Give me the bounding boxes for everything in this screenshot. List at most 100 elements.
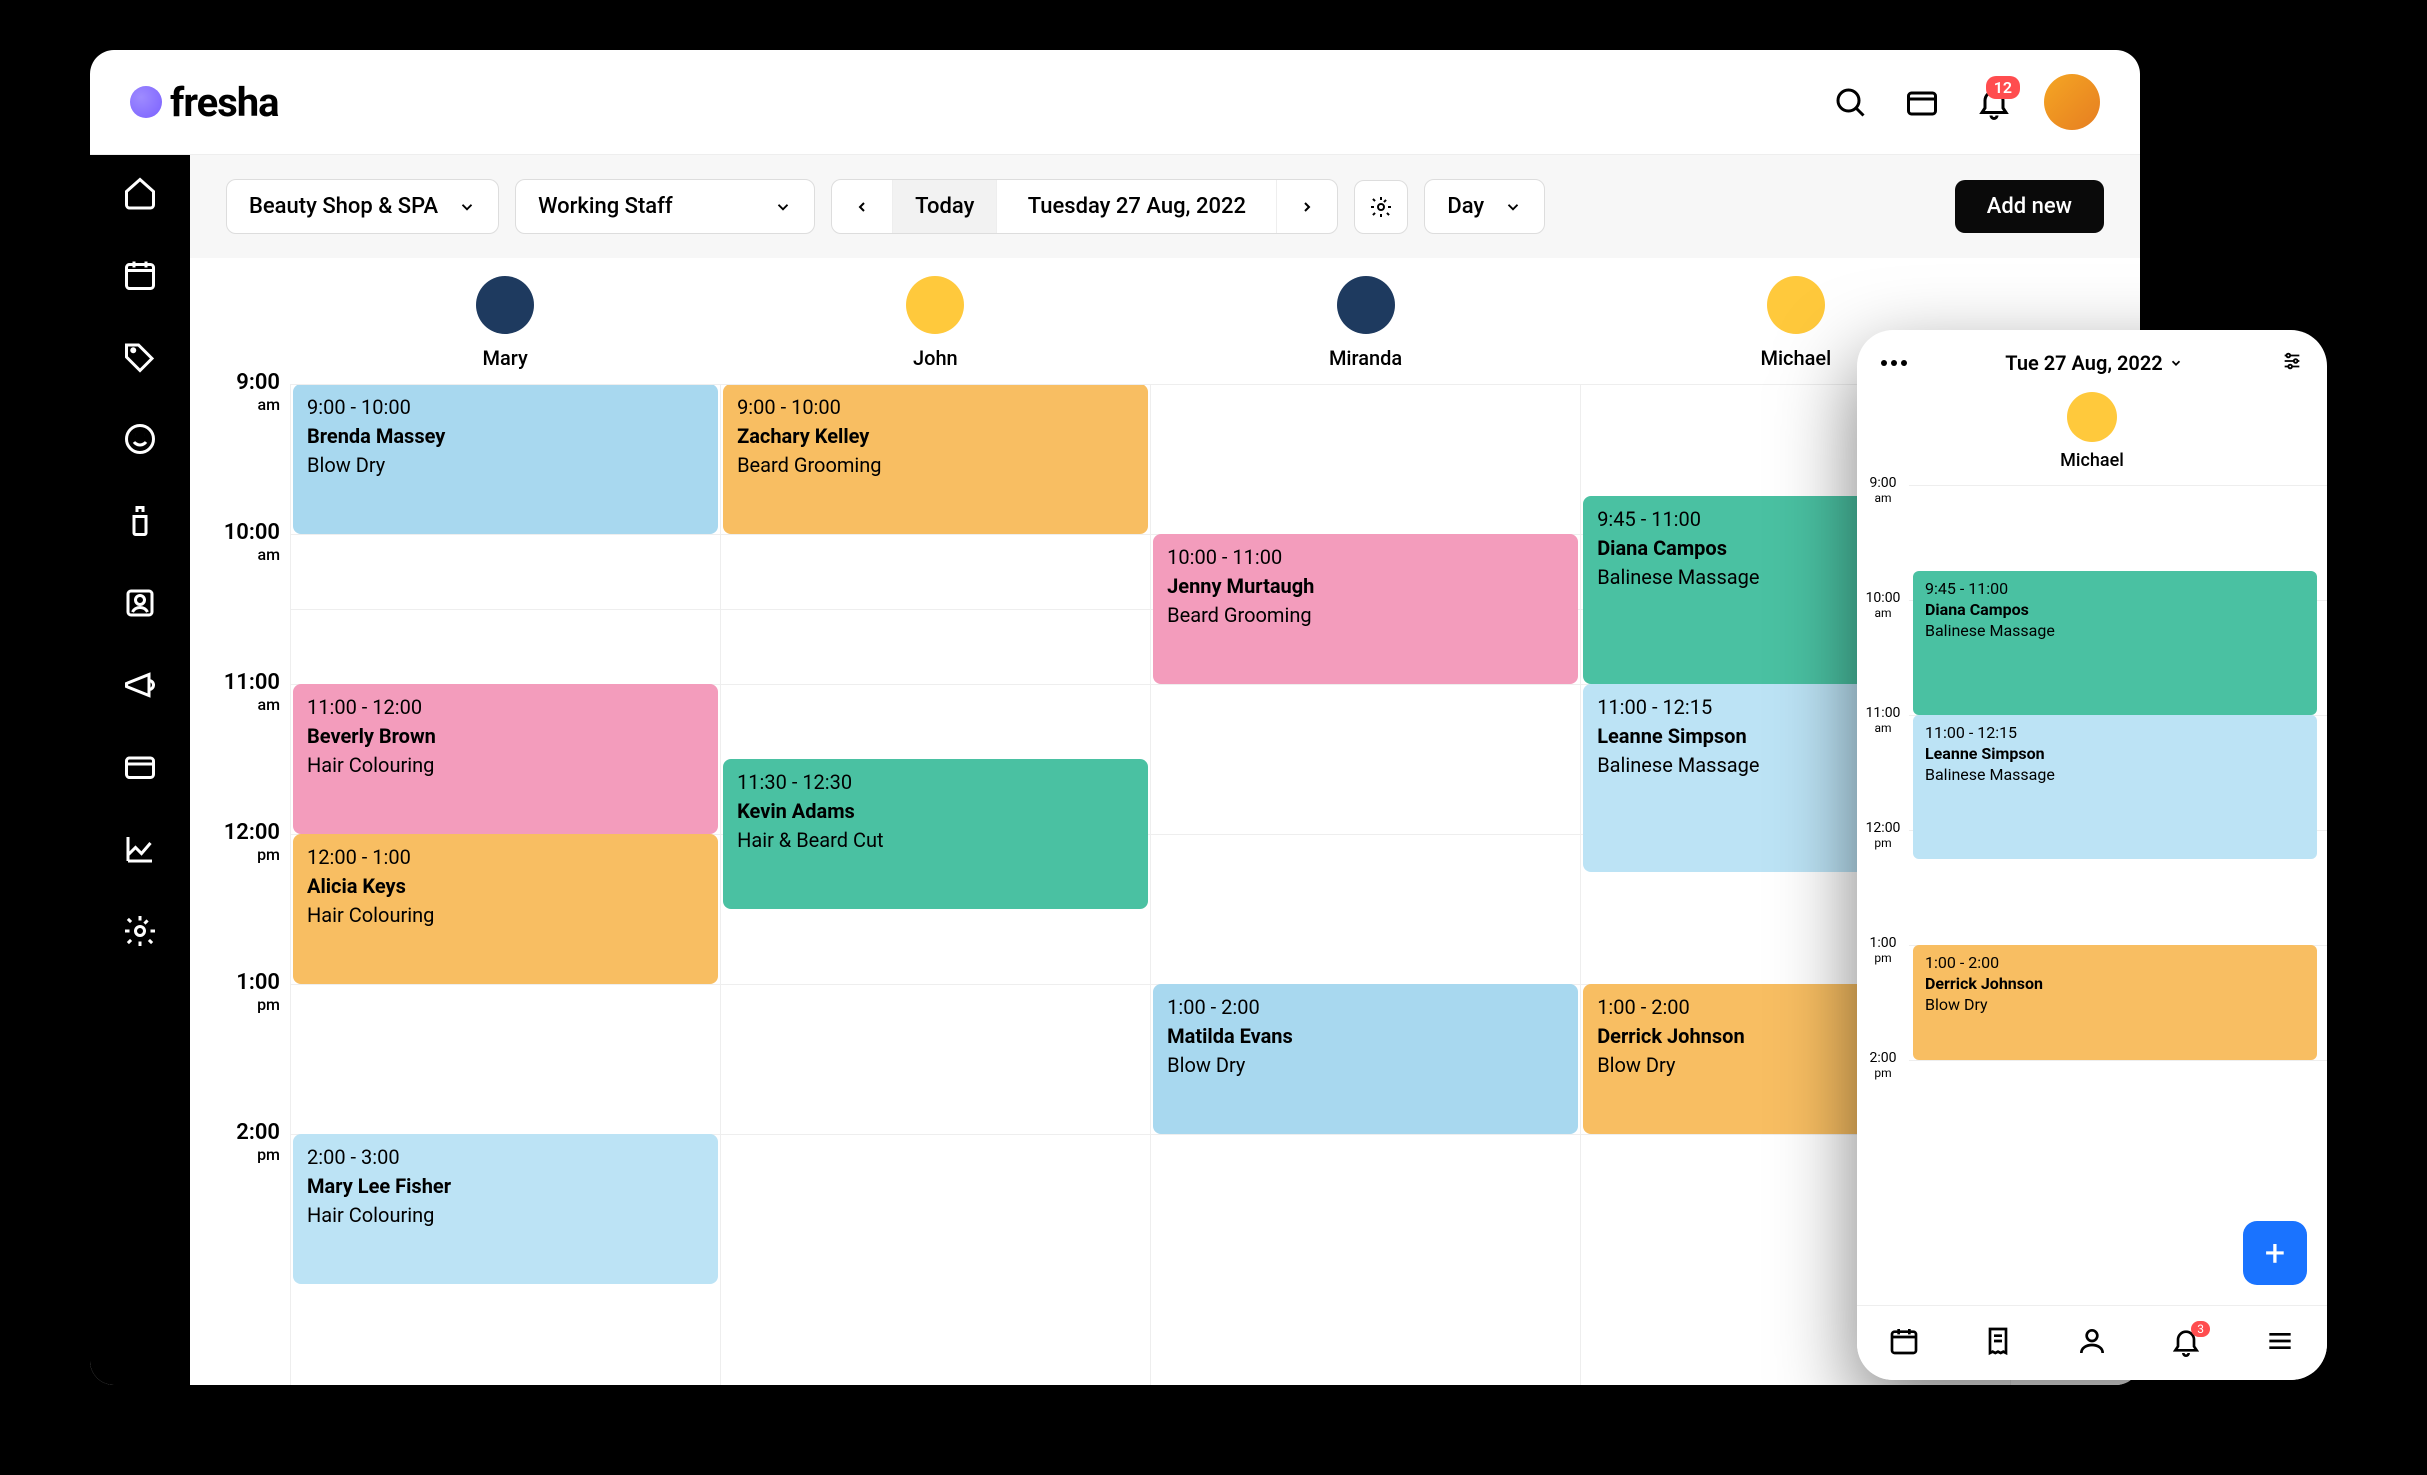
prev-day-button[interactable] xyxy=(832,180,893,233)
mobile-date-picker[interactable]: Tue 27 Aug, 2022 xyxy=(2005,351,2182,375)
view-dropdown[interactable]: Day xyxy=(1424,179,1545,234)
mobile-appointment-event[interactable]: 1:00 - 2:00Derrick JohnsonBlow Dry xyxy=(1913,945,2317,1060)
mobile-topbar: Tue 27 Aug, 2022 xyxy=(1857,330,2327,386)
staff-column-john[interactable]: 9:00 - 10:00Zachary KelleyBeard Grooming… xyxy=(720,384,1150,1385)
hour-label: 2:00 xyxy=(190,1120,280,1145)
event-client: Jenny Murtaugh xyxy=(1167,573,1564,600)
mobile-nav-clients[interactable] xyxy=(2076,1325,2108,1361)
mobile-menu-button[interactable] xyxy=(1881,360,1907,366)
appointment-event[interactable]: 9:00 - 10:00Zachary KelleyBeard Grooming xyxy=(723,384,1148,534)
event-time: 2:00 - 3:00 xyxy=(307,1144,704,1171)
calendar-settings-button[interactable] xyxy=(1354,180,1408,234)
add-new-button[interactable]: Add new xyxy=(1955,180,2104,233)
staff-avatar xyxy=(906,276,964,334)
nav-payments[interactable] xyxy=(122,749,158,789)
bottle-icon xyxy=(122,503,158,539)
main: Beauty Shop & SPA Working Staff Today Tu… xyxy=(90,155,2140,1385)
appointment-event[interactable]: 9:00 - 10:00Brenda MasseyBlow Dry xyxy=(293,384,718,534)
appointment-event[interactable]: 12:00 - 1:00Alicia KeysHair Colouring xyxy=(293,834,718,984)
gear-icon xyxy=(1369,195,1393,219)
appointment-event[interactable]: 11:00 - 12:00Beverly BrownHair Colouring xyxy=(293,684,718,834)
event-client: Beverly Brown xyxy=(307,723,704,750)
event-time: 9:00 - 10:00 xyxy=(307,394,704,421)
notifications-button[interactable]: 12 xyxy=(1972,80,2016,124)
appointment-event[interactable]: 11:30 - 12:30Kevin AdamsHair & Beard Cut xyxy=(723,759,1148,909)
nav-reports[interactable] xyxy=(122,831,158,871)
staff-filter-label: Working Staff xyxy=(538,194,673,219)
staff-header[interactable]: John xyxy=(720,258,1150,384)
staff-column-miranda[interactable]: 10:00 - 11:00Jenny MurtaughBeard Groomin… xyxy=(1150,384,1580,1385)
appointment-event[interactable]: 10:00 - 11:00Jenny MurtaughBeard Groomin… xyxy=(1153,534,1578,684)
hour-label: 1:00 xyxy=(1857,935,1909,951)
event-time: 11:00 - 12:00 xyxy=(307,694,704,721)
receipt-icon xyxy=(1982,1325,2014,1357)
brand-name: fresha xyxy=(170,79,279,126)
chevron-right-icon xyxy=(1299,199,1315,215)
current-date[interactable]: Tuesday 27 Aug, 2022 xyxy=(997,180,1277,233)
ampm-label: am xyxy=(1857,606,1909,620)
search-button[interactable] xyxy=(1828,80,1872,124)
nav-calendar[interactable] xyxy=(122,257,158,297)
smile-icon xyxy=(122,421,158,457)
hour-label: 10:00 xyxy=(190,520,280,545)
staff-header[interactable]: Mary xyxy=(290,258,720,384)
next-day-button[interactable] xyxy=(1277,180,1337,233)
today-label: Today xyxy=(915,194,974,219)
mobile-bottom-nav: 3 xyxy=(1857,1305,2327,1380)
staff-header[interactable]: Miranda xyxy=(1150,258,1580,384)
mobile-appointment-event[interactable]: 11:00 - 12:15Leanne SimpsonBalinese Mass… xyxy=(1913,715,2317,859)
chevron-down-icon xyxy=(458,198,476,216)
calendar-icon xyxy=(122,257,158,293)
mobile-nav-more[interactable] xyxy=(2264,1325,2296,1361)
menu-icon xyxy=(2264,1325,2296,1357)
mobile-notification-badge: 3 xyxy=(2191,1321,2210,1337)
event-time: 1:00 - 2:00 xyxy=(1925,953,2305,974)
mobile-nav-calendar[interactable] xyxy=(1888,1325,1920,1361)
calendar-header: Mary John Miranda Michael xyxy=(190,258,2140,384)
chevron-down-icon xyxy=(2169,356,2183,370)
appointment-event[interactable]: 1:00 - 2:00Matilda EvansBlow Dry xyxy=(1153,984,1578,1134)
nav-sales[interactable] xyxy=(122,339,158,379)
nav-settings[interactable] xyxy=(122,913,158,953)
staff-column-mary[interactable]: 9:00 - 10:00Brenda MasseyBlow Dry 11:00 -… xyxy=(290,384,720,1385)
hour-label: 9:00 xyxy=(1857,475,1909,491)
ampm-label: pm xyxy=(1857,1066,1909,1080)
mobile-filter-button[interactable] xyxy=(2281,350,2303,376)
today-button[interactable]: Today xyxy=(893,180,997,233)
mobile-add-button[interactable]: + xyxy=(2243,1221,2307,1285)
nav-products[interactable] xyxy=(122,503,158,543)
event-client: Brenda Massey xyxy=(307,423,704,450)
event-client: Kevin Adams xyxy=(737,798,1134,825)
hour-label: 10:00 xyxy=(1857,590,1909,606)
gear-icon xyxy=(122,913,158,949)
mobile-nav-notifications[interactable]: 3 xyxy=(2170,1325,2202,1361)
search-icon xyxy=(1832,84,1868,120)
plus-icon: + xyxy=(2265,1232,2285,1274)
nav-team[interactable] xyxy=(122,585,158,625)
staff-dropdown[interactable]: Working Staff xyxy=(515,179,815,234)
appointment-event[interactable]: 2:00 - 3:00Mary Lee FisherHair Colouring xyxy=(293,1134,718,1284)
calendar-icon xyxy=(1888,1325,1920,1357)
mobile-grid[interactable]: 9:45 - 11:00Diana CamposBalinese Massage… xyxy=(1909,485,2327,1305)
ampm-label: pm xyxy=(190,995,280,1014)
wallet-icon xyxy=(1904,84,1940,120)
nav-clients[interactable] xyxy=(122,421,158,461)
event-time: 9:00 - 10:00 xyxy=(737,394,1134,421)
user-avatar[interactable] xyxy=(2044,74,2100,130)
hour-label: 2:00 xyxy=(1857,1050,1909,1066)
ampm-label: am xyxy=(190,395,280,414)
mobile-nav-sales[interactable] xyxy=(1982,1325,2014,1361)
location-dropdown[interactable]: Beauty Shop & SPA xyxy=(226,179,499,234)
event-service: Beard Grooming xyxy=(1167,602,1564,629)
event-client: Derrick Johnson xyxy=(1925,974,2305,995)
nav-marketing[interactable] xyxy=(122,667,158,707)
event-time: 11:00 - 12:15 xyxy=(1925,723,2305,744)
view-label: Day xyxy=(1447,194,1484,219)
mobile-appointment-event[interactable]: 9:45 - 11:00Diana CamposBalinese Massage xyxy=(1913,571,2317,715)
event-client: Leanne Simpson xyxy=(1925,744,2305,765)
ampm-label: pm xyxy=(190,1145,280,1164)
nav-home[interactable] xyxy=(122,175,158,215)
ampm-label: pm xyxy=(1857,836,1909,850)
event-client: Alicia Keys xyxy=(307,873,704,900)
wallet-button[interactable] xyxy=(1900,80,1944,124)
